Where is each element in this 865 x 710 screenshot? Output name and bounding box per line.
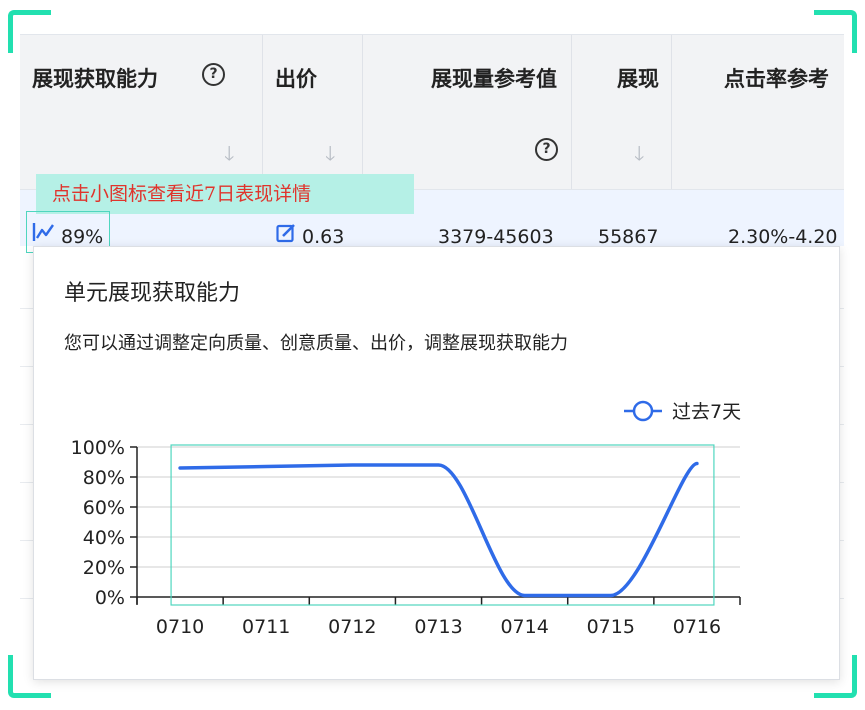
column-label-capability: 展现获取能力	[32, 67, 158, 91]
column-header-bid[interactable]: 出价 🡓	[263, 35, 363, 189]
hint-banner: 点击小图标查看近7日表现详情	[36, 174, 414, 214]
bid-value: 0.63	[302, 226, 345, 248]
impression-ref-value: 3379-45603	[438, 226, 554, 248]
column-header-impression-ref[interactable]: 展现量参考值 ?	[363, 35, 572, 189]
series-line	[178, 461, 699, 598]
help-icon[interactable]: ?	[202, 63, 225, 86]
column-header-ctr-ref[interactable]: 点击率参考	[672, 35, 844, 189]
legend-label: 过去7天	[672, 401, 741, 423]
help-icon[interactable]: ?	[535, 138, 558, 161]
column-label-bid: 出价	[275, 67, 317, 91]
y-tick-label: 100%	[71, 437, 125, 459]
column-label-impressions: 展现	[617, 67, 659, 91]
x-tick-label: 0713	[414, 616, 462, 638]
edit-icon[interactable]	[276, 223, 296, 247]
column-label-ctr-ref: 点击率参考	[724, 67, 829, 91]
impressions-value: 55867	[598, 226, 659, 248]
y-tick-label: 80%	[83, 467, 125, 489]
ctr-ref-value: 2.30%-4.20	[728, 226, 838, 248]
column-label-impression-ref: 展现量参考值	[431, 67, 557, 91]
capability-popover: 单元展现获取能力 您可以通过调整定向质量、创意质量、出价，调整展现获取能力 0%…	[33, 246, 840, 680]
legend-marker	[632, 400, 654, 422]
column-header-impressions[interactable]: 展现 🡓	[572, 35, 672, 189]
y-tick-label: 20%	[83, 557, 125, 579]
sort-down-icon[interactable]: 🡓	[634, 139, 644, 173]
x-tick-label: 0715	[587, 616, 635, 638]
sort-down-icon[interactable]: 🡓	[224, 139, 234, 173]
capability-line-chart: 0% 20% 40% 60% 80% 100% 0710 0711 0712 0713 0714 07…	[71, 400, 741, 638]
column-header-capability[interactable]: 展现获取能力 ? 🡓	[20, 35, 263, 189]
x-tick-label: 0710	[156, 616, 204, 638]
x-tick-label: 0712	[328, 616, 376, 638]
y-tick-label: 0%	[95, 587, 125, 609]
x-tick-label: 0711	[242, 616, 290, 638]
trend-chart-icon[interactable]	[32, 222, 56, 246]
sort-down-icon[interactable]: 🡓	[325, 139, 335, 173]
y-tick-label: 60%	[83, 497, 125, 519]
plot-area-highlight	[170, 444, 715, 606]
x-tick-label: 0716	[673, 616, 721, 638]
table-header: 展现获取能力 ? 🡓 出价 🡓 展现量参考值 ? 展现 🡓 点击率参考	[20, 35, 844, 189]
x-tick-label: 0714	[500, 616, 548, 638]
y-tick-label: 40%	[83, 527, 125, 549]
